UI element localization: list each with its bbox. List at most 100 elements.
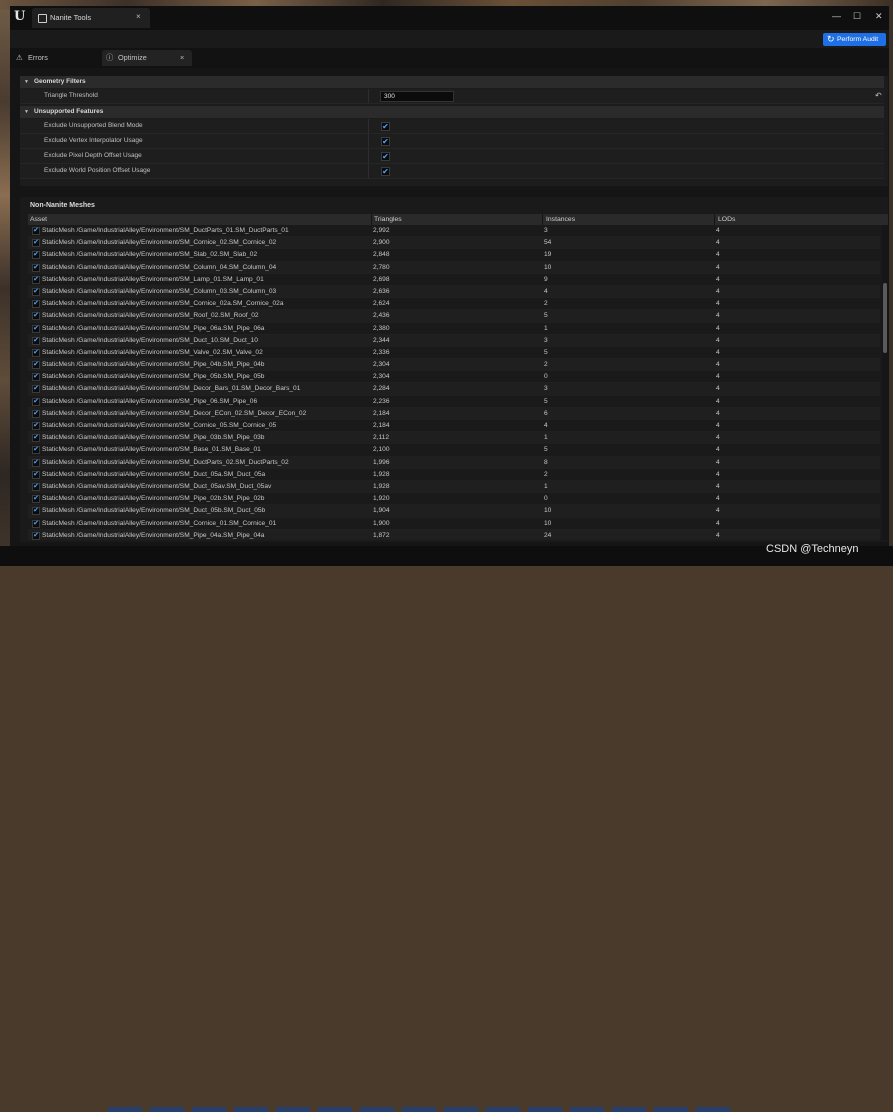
- taskbar-item[interactable]: [654, 1107, 688, 1112]
- row-checkbox[interactable]: ✔: [32, 446, 40, 455]
- table-row[interactable]: ✔ StaticMesh /Game/IndustrialAlley/Enviro…: [28, 237, 880, 250]
- row-checkbox[interactable]: ✔: [32, 458, 40, 467]
- exclude-vertex-interpolator-checkbox[interactable]: ✔: [381, 137, 390, 146]
- table-row[interactable]: ✔ StaticMesh /Game/IndustrialAlley/Enviro…: [28, 285, 880, 299]
- row-checkbox[interactable]: ✔: [32, 507, 40, 516]
- table-row[interactable]: ✔ StaticMesh /Game/IndustrialAlley/Enviro…: [28, 493, 880, 506]
- table-row[interactable]: ✔ StaticMesh /Game/IndustrialAlley/Enviro…: [28, 249, 880, 262]
- table-row[interactable]: ✔ StaticMesh /Game/IndustrialAlley/Enviro…: [28, 323, 880, 335]
- row-checkbox[interactable]: ✔: [32, 519, 40, 528]
- row-checkbox[interactable]: ✔: [32, 336, 40, 345]
- exclude-pixel-depth-offset-checkbox[interactable]: ✔: [381, 152, 390, 161]
- row-checkbox[interactable]: ✔: [32, 251, 40, 260]
- row-checkbox[interactable]: ✔: [32, 239, 40, 248]
- tab-optimize[interactable]: ⓘ Optimize ×: [102, 50, 192, 66]
- row-checkbox[interactable]: ✔: [32, 373, 40, 382]
- row-checkbox[interactable]: ✔: [32, 348, 40, 357]
- exclude-world-position-offset-checkbox[interactable]: ✔: [381, 167, 390, 176]
- window-tab-nanite-tools[interactable]: Nanite Tools ×: [32, 8, 150, 28]
- column-divider[interactable]: [368, 89, 369, 103]
- row-checkbox[interactable]: ✔: [32, 495, 40, 504]
- table-row[interactable]: ✔ StaticMesh /Game/IndustrialAlley/Enviro…: [28, 225, 880, 238]
- exclude-blend-mode-checkbox[interactable]: ✔: [381, 122, 390, 131]
- row-checkbox[interactable]: ✔: [32, 227, 40, 235]
- table-row[interactable]: ✔ StaticMesh /Game/IndustrialAlley/Enviro…: [28, 432, 880, 445]
- table-row[interactable]: ✔ StaticMesh /Game/IndustrialAlley/Enviro…: [28, 456, 880, 469]
- taskbar-item[interactable]: [486, 1107, 520, 1112]
- table-row[interactable]: ✔ StaticMesh /Game/IndustrialAlley/Enviro…: [28, 420, 880, 433]
- category-geometry-filters[interactable]: ▼ Geometry Filters: [20, 76, 884, 88]
- taskbar-item[interactable]: [612, 1107, 646, 1112]
- taskbar-item[interactable]: [192, 1107, 226, 1112]
- table-row[interactable]: ✔ StaticMesh /Game/IndustrialAlley/Enviro…: [28, 274, 880, 286]
- taskbar-item[interactable]: [150, 1107, 184, 1112]
- row-checkbox[interactable]: ✔: [32, 409, 40, 418]
- table-row[interactable]: ✔ StaticMesh /Game/IndustrialAlley/Enviro…: [28, 444, 880, 457]
- tab-errors[interactable]: ⚠ Errors: [12, 50, 92, 66]
- row-checkbox[interactable]: ✔: [32, 324, 40, 333]
- table-row[interactable]: ✔ StaticMesh /Game/IndustrialAlley/Enviro…: [28, 469, 880, 481]
- table-row[interactable]: ✔ StaticMesh /Game/IndustrialAlley/Enviro…: [28, 518, 880, 530]
- column-divider[interactable]: [714, 214, 715, 225]
- row-checkbox[interactable]: ✔: [32, 263, 40, 272]
- column-divider[interactable]: [542, 214, 543, 225]
- category-unsupported-features[interactable]: ▼ Unsupported Features: [20, 106, 884, 118]
- lods-cell: 4: [716, 495, 720, 503]
- column-divider[interactable]: [368, 164, 369, 178]
- scrollbar-thumb[interactable]: [883, 283, 887, 353]
- table-row[interactable]: ✔ StaticMesh /Game/IndustrialAlley/Enviro…: [28, 505, 880, 518]
- column-divider[interactable]: [368, 149, 369, 163]
- column-divider[interactable]: [368, 134, 369, 148]
- row-checkbox[interactable]: ✔: [32, 287, 40, 296]
- table-row[interactable]: ✔ StaticMesh /Game/IndustrialAlley/Enviro…: [28, 407, 880, 420]
- column-divider[interactable]: [371, 214, 372, 225]
- table-row[interactable]: ✔ StaticMesh /Game/IndustrialAlley/Enviro…: [28, 261, 880, 274]
- vertical-scrollbar[interactable]: [882, 225, 888, 540]
- taskbar-item[interactable]: [528, 1107, 562, 1112]
- table-row[interactable]: ✔ StaticMesh /Game/IndustrialAlley/Enviro…: [28, 359, 880, 372]
- row-checkbox[interactable]: ✔: [32, 397, 40, 406]
- taskbar-item[interactable]: [402, 1107, 436, 1112]
- taskbar-item[interactable]: [696, 1107, 730, 1112]
- column-divider[interactable]: [368, 119, 369, 133]
- table-row[interactable]: ✔ StaticMesh /Game/IndustrialAlley/Enviro…: [28, 383, 880, 396]
- reset-to-default-icon[interactable]: ↶: [875, 91, 882, 100]
- table-row[interactable]: ✔ StaticMesh /Game/IndustrialAlley/Enviro…: [28, 480, 880, 494]
- column-header-lods[interactable]: LODs: [718, 216, 735, 223]
- row-checkbox[interactable]: ✔: [32, 385, 40, 394]
- row-checkbox[interactable]: ✔: [32, 434, 40, 443]
- taskbar-item[interactable]: [108, 1107, 142, 1112]
- row-checkbox[interactable]: ✔: [32, 275, 40, 284]
- column-header-asset[interactable]: Asset: [30, 216, 47, 223]
- close-window-button[interactable]: ✕: [875, 11, 883, 22]
- tab-close-icon[interactable]: ×: [136, 12, 141, 21]
- table-row[interactable]: ✔ StaticMesh /Game/IndustrialAlley/Enviro…: [28, 529, 880, 540]
- perform-audit-button[interactable]: ↻ Perform Audit: [823, 33, 886, 46]
- row-checkbox[interactable]: ✔: [32, 482, 40, 491]
- taskbar-item[interactable]: [276, 1107, 310, 1112]
- tab-close-icon[interactable]: ×: [180, 50, 184, 66]
- table-row[interactable]: ✔ StaticMesh /Game/IndustrialAlley/Enviro…: [28, 371, 880, 384]
- row-checkbox[interactable]: ✔: [32, 361, 40, 370]
- taskbar-item[interactable]: [318, 1107, 352, 1112]
- maximize-button[interactable]: ☐: [853, 11, 861, 22]
- taskbar-item[interactable]: [234, 1107, 268, 1112]
- triangle-threshold-input[interactable]: 300: [380, 91, 454, 102]
- table-row[interactable]: ✔ StaticMesh /Game/IndustrialAlley/Enviro…: [28, 310, 880, 323]
- column-header-instances[interactable]: Instances: [546, 216, 575, 223]
- row-checkbox[interactable]: ✔: [32, 470, 40, 479]
- row-checkbox[interactable]: ✔: [32, 422, 40, 430]
- minimize-button[interactable]: —: [832, 11, 841, 21]
- table-row[interactable]: ✔ StaticMesh /Game/IndustrialAlley/Enviro…: [28, 396, 880, 408]
- column-header-triangles[interactable]: Triangles: [374, 216, 402, 223]
- row-checkbox[interactable]: ✔: [32, 531, 40, 540]
- table-row[interactable]: ✔ StaticMesh /Game/IndustrialAlley/Enviro…: [28, 298, 880, 311]
- title-bar[interactable]: U Nanite Tools × — ☐ ✕: [10, 6, 889, 30]
- taskbar-item[interactable]: [570, 1107, 604, 1112]
- row-checkbox[interactable]: ✔: [32, 312, 40, 321]
- row-checkbox[interactable]: ✔: [32, 300, 40, 309]
- taskbar-item[interactable]: [360, 1107, 394, 1112]
- table-row[interactable]: ✔ StaticMesh /Game/IndustrialAlley/Enviro…: [28, 347, 880, 360]
- taskbar-item[interactable]: [444, 1107, 478, 1112]
- table-row[interactable]: ✔ StaticMesh /Game/IndustrialAlley/Enviro…: [28, 334, 880, 347]
